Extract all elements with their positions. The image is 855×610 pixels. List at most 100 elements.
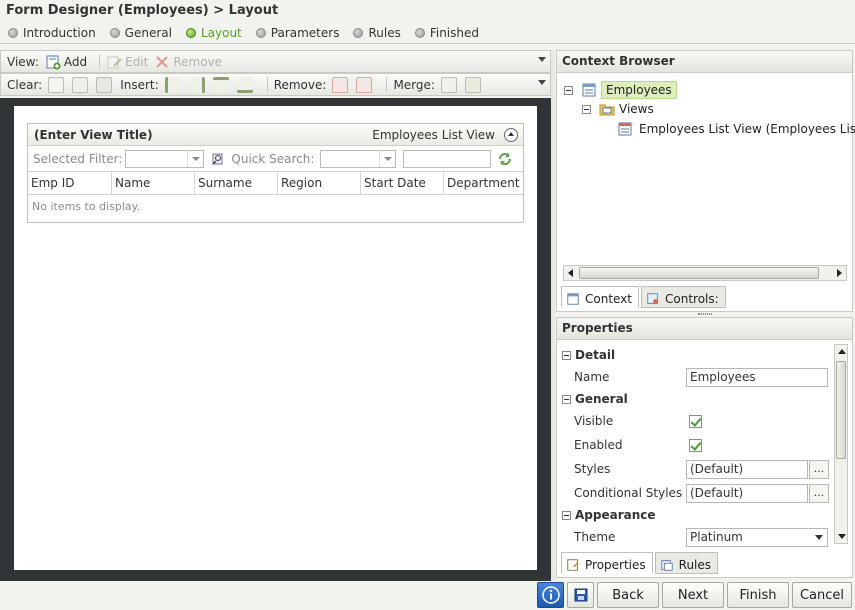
theme-select[interactable]: Platinum (686, 527, 828, 547)
remove-view-button[interactable]: Remove (154, 54, 222, 70)
section-detail[interactable]: Detail (562, 348, 615, 362)
styles-input[interactable]: (Default) (686, 459, 808, 479)
quick-search-input[interactable] (403, 149, 492, 168)
visible-checkbox[interactable] (689, 414, 702, 428)
tab-context[interactable]: Context (561, 286, 640, 308)
collapse-section-icon[interactable] (562, 510, 571, 520)
tree-node-views[interactable]: Views (582, 101, 654, 117)
tab-label: Properties (585, 557, 646, 572)
scrollbar-thumb[interactable] (579, 267, 819, 279)
edit-icon (107, 56, 122, 68)
tree-node-list-view[interactable]: Employees List View (Employees Lis (617, 121, 855, 137)
save-button[interactable] (567, 582, 594, 608)
add-label: Add (63, 54, 88, 69)
tab-label: Rules (678, 557, 712, 572)
remove-row-icon[interactable] (356, 76, 373, 93)
insert-column-left-icon[interactable] (164, 76, 181, 93)
wizard-steps: Introduction General Layout Parameters R… (0, 22, 855, 44)
scroll-right-icon[interactable] (837, 269, 842, 277)
cancel-button[interactable]: Cancel (792, 582, 852, 608)
edit-view-button[interactable]: Edit (106, 54, 148, 70)
finish-button[interactable]: Finish (727, 582, 789, 608)
selected-filter-select[interactable] (125, 149, 205, 168)
clear-all-icon[interactable] (96, 76, 113, 93)
scroll-left-icon[interactable] (568, 269, 573, 277)
tree-node-label: Views (619, 102, 654, 116)
tree-node-employees[interactable]: Employees (564, 81, 677, 99)
rules-tab-icon (660, 559, 673, 571)
clear-cell-icon[interactable] (48, 76, 65, 93)
merge-cells-icon[interactable] (440, 76, 457, 93)
list-view-control[interactable]: (Enter View Title) Employees List View S… (27, 123, 524, 223)
collapse-node-icon[interactable] (582, 104, 591, 114)
edit-label: Edit (125, 54, 149, 69)
property-row-conditional-styles: Conditional Styles (Default) ... (574, 481, 829, 505)
next-button[interactable]: Next (662, 582, 724, 608)
scroll-down-icon[interactable] (838, 534, 846, 539)
conditional-styles-input[interactable]: (Default) (686, 483, 808, 503)
vertical-splitter[interactable] (551, 50, 555, 580)
refresh-icon[interactable] (497, 151, 513, 167)
property-label: Name (574, 370, 610, 384)
info-button[interactable] (537, 582, 564, 608)
tab-properties[interactable]: Properties (561, 552, 653, 574)
remove-label: Remove (173, 54, 223, 69)
remove-column-icon[interactable] (332, 76, 349, 93)
column-header[interactable]: Surname (195, 172, 278, 194)
vertical-scrollbar[interactable] (834, 344, 848, 544)
section-appearance[interactable]: Appearance (562, 508, 656, 522)
properties-panel: Properties Detail Name Employees General… (556, 317, 853, 578)
step-label: Introduction (23, 25, 96, 40)
horizontal-splitter-grip[interactable] (698, 313, 712, 315)
insert-row-below-icon[interactable] (236, 76, 253, 93)
properties-title: Properties (557, 318, 852, 340)
section-label: Appearance (575, 508, 656, 522)
conditional-styles-ellipsis-button[interactable]: ... (809, 483, 829, 503)
step-introduction[interactable]: Introduction (8, 26, 96, 40)
toolbar-dropdown-icon[interactable] (538, 57, 546, 62)
styles-ellipsis-button[interactable]: ... (809, 459, 829, 479)
filter-bar: Selected Filter: Quick Search: (28, 146, 523, 172)
horizontal-scrollbar[interactable] (563, 265, 847, 281)
insert-row-above-icon[interactable] (212, 76, 229, 93)
insert-column-right-icon[interactable] (188, 76, 205, 93)
tab-rules[interactable]: Rules (654, 552, 719, 574)
step-rules[interactable]: Rules (353, 25, 401, 40)
step-layout[interactable]: Layout (185, 26, 242, 40)
property-grid: Detail Name Employees General Visible En… (557, 340, 852, 547)
tab-controls[interactable]: Controls: (641, 286, 726, 308)
view-title[interactable]: (Enter View Title) (34, 128, 153, 142)
step-parameters[interactable]: Parameters (255, 26, 339, 40)
add-view-button[interactable]: Add (45, 54, 87, 70)
toolbar-divider (266, 77, 268, 92)
properties-tabs: Properties Rules (561, 552, 720, 574)
back-button[interactable]: Back (597, 582, 659, 608)
split-cells-icon[interactable] (464, 76, 481, 93)
step-label: Rules (368, 25, 401, 40)
name-input[interactable]: Employees (686, 367, 828, 387)
list-view-header: (Enter View Title) Employees List View (28, 124, 523, 146)
clear-row-icon[interactable] (72, 76, 89, 93)
form-surface[interactable]: (Enter View Title) Employees List View S… (14, 106, 537, 570)
column-header[interactable]: Name (112, 172, 195, 194)
scroll-up-icon[interactable] (838, 349, 846, 354)
collapse-node-icon[interactable] (564, 85, 573, 95)
quick-search-field-select[interactable] (320, 149, 397, 168)
layout-panel: View: Add Edit Remove Clear: Insert: Rem… (0, 50, 551, 581)
collapse-section-icon[interactable] (562, 394, 571, 404)
column-header[interactable]: Start Date (361, 172, 444, 194)
enabled-checkbox[interactable] (689, 438, 702, 452)
column-header[interactable]: Department (444, 172, 523, 194)
scrollbar-thumb[interactable] (836, 361, 846, 459)
step-general[interactable]: General (109, 26, 172, 40)
toolbar-dropdown-icon[interactable] (538, 80, 546, 85)
column-header[interactable]: Region (278, 172, 361, 194)
section-general[interactable]: General (562, 392, 628, 406)
property-label: Theme (574, 530, 616, 544)
step-dot-icon (109, 27, 120, 38)
step-finished[interactable]: Finished (414, 26, 479, 40)
quick-search-icon (212, 153, 223, 165)
collapse-icon[interactable] (504, 128, 518, 142)
collapse-section-icon[interactable] (562, 350, 571, 360)
column-header[interactable]: Emp ID (28, 172, 112, 194)
